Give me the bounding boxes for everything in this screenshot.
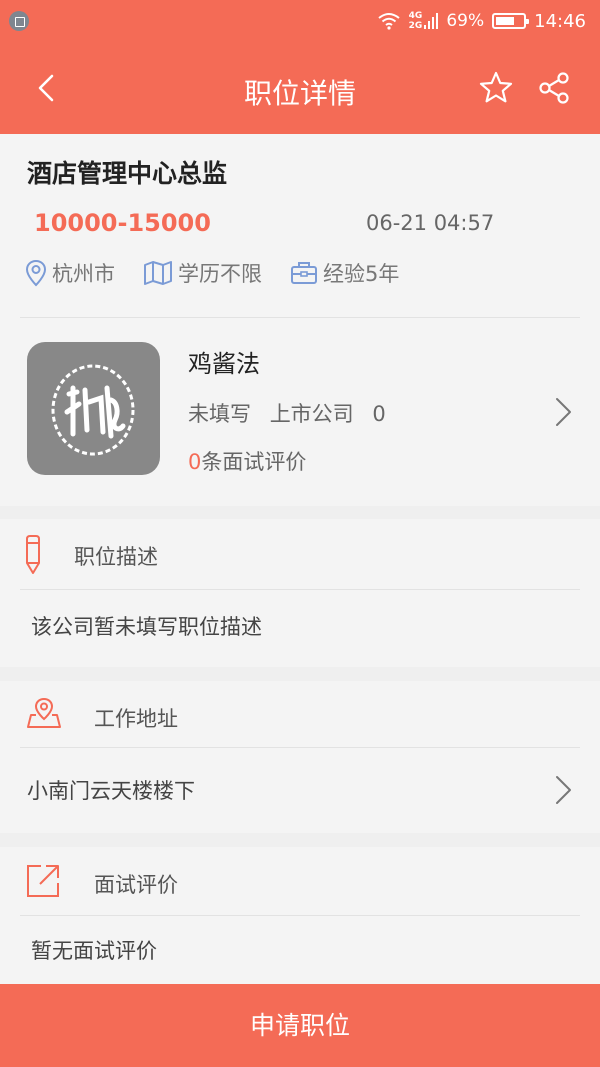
network-2g-label: 2G (408, 21, 423, 31)
seal-logo-icon (51, 364, 135, 456)
tag-city-label: 杭州市 (52, 262, 115, 286)
share-icon[interactable] (536, 70, 572, 106)
interview-review-header: 面试评价 (0, 847, 600, 917)
job-tags: 杭州市 学历不限 经验5年 (25, 258, 427, 288)
company-row[interactable]: 鸡酱法 未填写 上市公司 0 0条面试评价 (0, 318, 600, 506)
external-link-icon (27, 865, 59, 897)
work-address-title: 工作地址 (94, 707, 178, 731)
job-description-header: 职位描述 (0, 519, 600, 589)
tag-experience: 经验5年 (290, 258, 399, 288)
network-4g-label: 4G (408, 11, 423, 21)
job-description-text: 该公司暂未填写职位描述 (31, 615, 262, 639)
review-count: 0 (188, 450, 202, 474)
tag-education: 学历不限 (143, 258, 262, 288)
chevron-right-icon (556, 776, 571, 804)
company-size: 0 (372, 402, 386, 426)
network-indicator: 4G 2G (409, 11, 439, 31)
company-industry: 未填写 (188, 402, 251, 426)
chevron-right-icon (556, 398, 571, 426)
job-description-title: 职位描述 (74, 545, 158, 569)
company-type: 上市公司 (269, 402, 354, 426)
review-suffix: 条面试评价 (201, 450, 307, 474)
battery-icon (492, 13, 530, 29)
job-summary: 酒店管理中心总监 10000-15000 06-21 04:57 杭州市 学历不… (0, 134, 600, 506)
status-bar: 4G 2G 69% 14:46 (0, 0, 600, 42)
map-pin-icon (27, 697, 61, 728)
interview-review-text: 暂无面试评价 (31, 939, 157, 963)
job-title: 酒店管理中心总监 (27, 159, 228, 188)
tag-education-label: 学历不限 (178, 262, 262, 286)
title-bar: 职位详情 (0, 42, 600, 134)
company-meta: 未填写 上市公司 0 (188, 398, 398, 428)
divider (20, 915, 580, 916)
clock: 14:46 (534, 10, 586, 32)
work-address-text: 小南门云天楼楼下 (27, 779, 195, 803)
map-icon (144, 261, 172, 285)
tag-experience-label: 经验5年 (323, 262, 400, 286)
tag-city: 杭州市 (25, 258, 115, 288)
posted-date: 06-21 04:57 (366, 211, 495, 235)
interview-review-section: 面试评价 暂无面试评价 (0, 847, 600, 984)
app-notification-icon (9, 11, 29, 31)
pencil-icon (26, 535, 40, 574)
signal-icon (424, 13, 439, 29)
work-address-header: 工作地址 (0, 681, 600, 751)
review-summary: 0条面试评价 (188, 446, 306, 476)
location-pin-icon (25, 259, 47, 287)
divider (20, 589, 580, 590)
battery-percent: 69% (446, 11, 485, 31)
salary: 10000-15000 (34, 209, 211, 237)
work-address-row[interactable]: 小南门云天楼楼下 (0, 748, 600, 833)
company-logo (27, 342, 160, 475)
wifi-icon (378, 13, 400, 30)
company-name: 鸡酱法 (188, 350, 260, 378)
star-icon[interactable] (478, 70, 514, 106)
status-icons: 4G 2G 69% 14:46 (377, 8, 586, 34)
apply-job-button[interactable]: 申请职位 (0, 984, 600, 1067)
interview-review-title: 面试评价 (94, 873, 178, 897)
job-description-section: 职位描述 该公司暂未填写职位描述 (0, 519, 600, 667)
work-address-section: 工作地址 小南门云天楼楼下 (0, 681, 600, 833)
briefcase-icon (291, 262, 317, 284)
